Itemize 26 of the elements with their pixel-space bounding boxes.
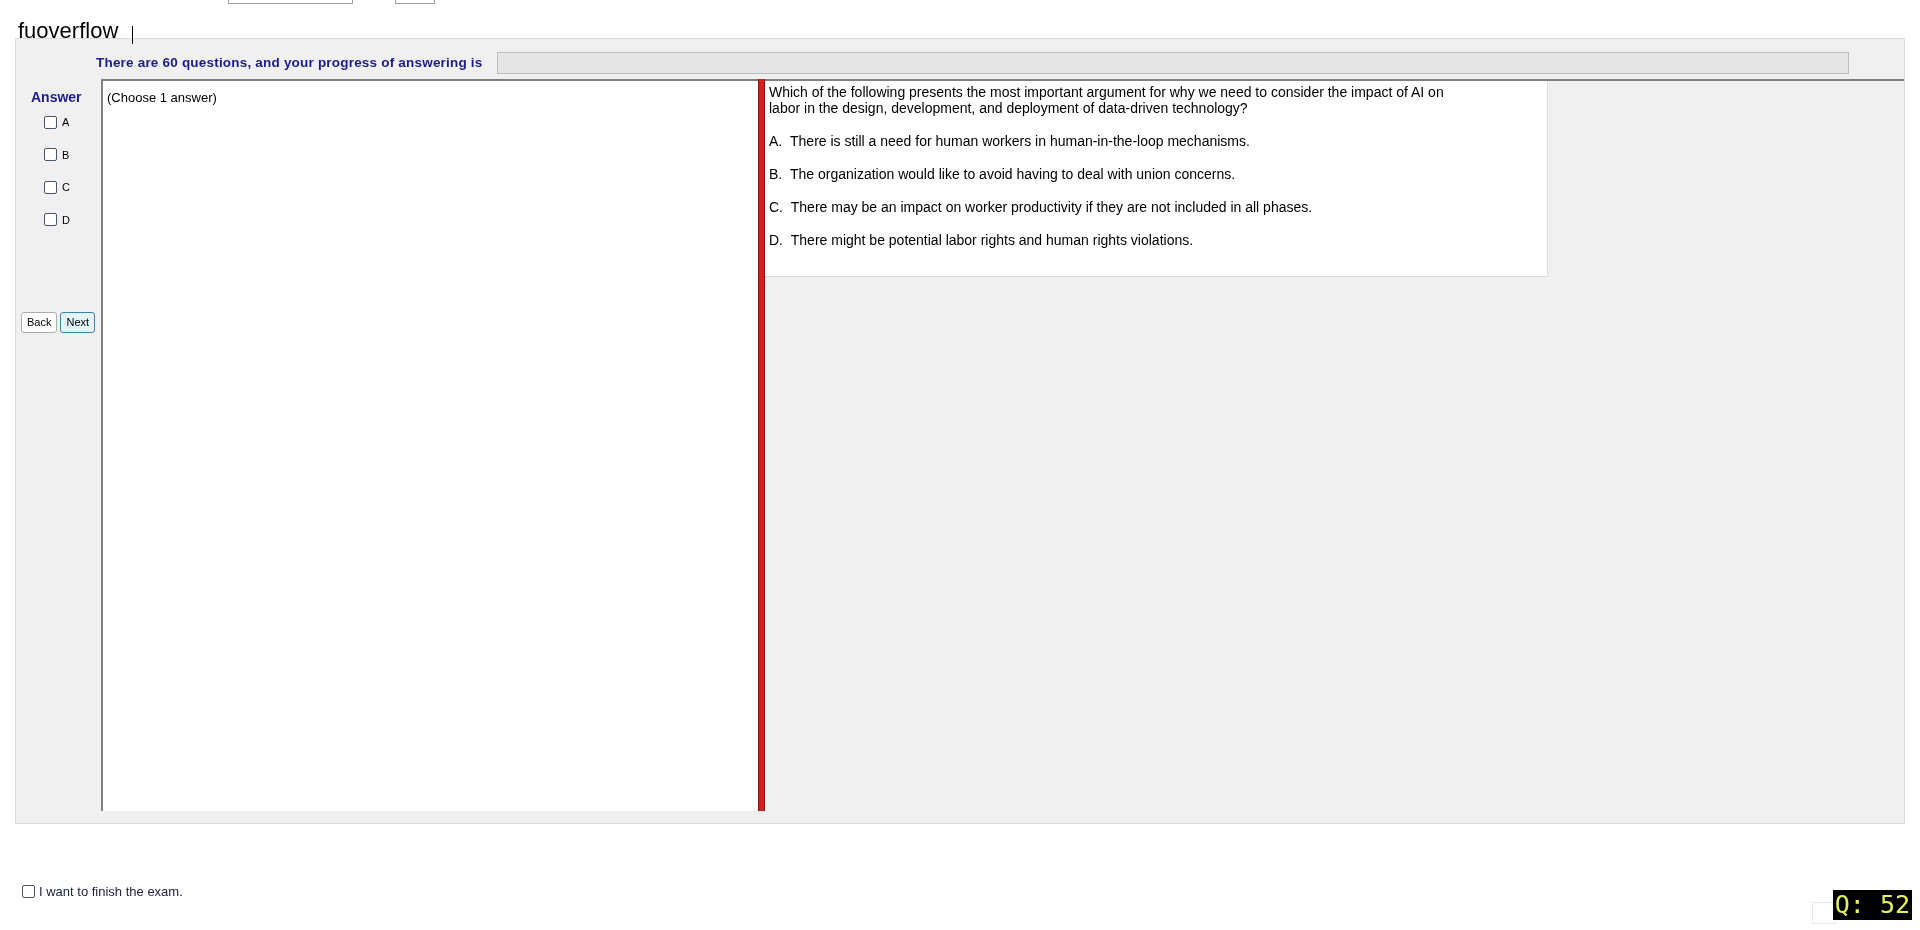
finish-label: I want to finish the exam.: [39, 883, 183, 901]
answer-checkbox[interactable]: [44, 115, 57, 129]
answer-checkbox[interactable]: [44, 180, 57, 194]
instruction-text: (Choose 1 answer): [107, 90, 217, 105]
answer-choice: D. There might be potential labor rights and human rights violations.: [769, 232, 1195, 248]
dropdown[interactable]: [395, 0, 435, 4]
input-field[interactable]: [1812, 902, 1836, 924]
finish-checkbox[interactable]: [22, 885, 35, 899]
answer-heading: Answer: [31, 88, 83, 107]
nav-button[interactable]: Next: [60, 312, 96, 333]
dropdown[interactable]: [228, 0, 353, 4]
option-label: A: [62, 115, 70, 130]
answer-choice: B. The organization would like to avoid having to deal with union concerns.: [769, 166, 1237, 182]
nav-button[interactable]: Back: [21, 312, 58, 333]
option-label: B: [62, 147, 70, 163]
option-label: C: [62, 180, 70, 195]
option-label: D: [62, 212, 70, 228]
app-title: fuoverflow: [18, 18, 119, 44]
progress-label: There are 60 questions, and your progress of answering is: [96, 53, 483, 72]
answer-choice: A. There is still a need for human workers in human-in-the-loop mechanisms.: [769, 133, 1251, 149]
text-cursor: [132, 26, 134, 44]
question-text: Which of the following presents the most important argument for why we need to consider the impact of AI on labor in the design, development, and deployment of data-driven technology?: [769, 84, 1445, 116]
answer-checkbox[interactable]: [44, 148, 57, 162]
answer-choice: C. There may be an impact on worker productivity if they are not included in all phases.: [769, 199, 1314, 215]
answer-checkbox[interactable]: [44, 213, 57, 227]
question-number: Q: 52: [1832, 890, 1912, 920]
